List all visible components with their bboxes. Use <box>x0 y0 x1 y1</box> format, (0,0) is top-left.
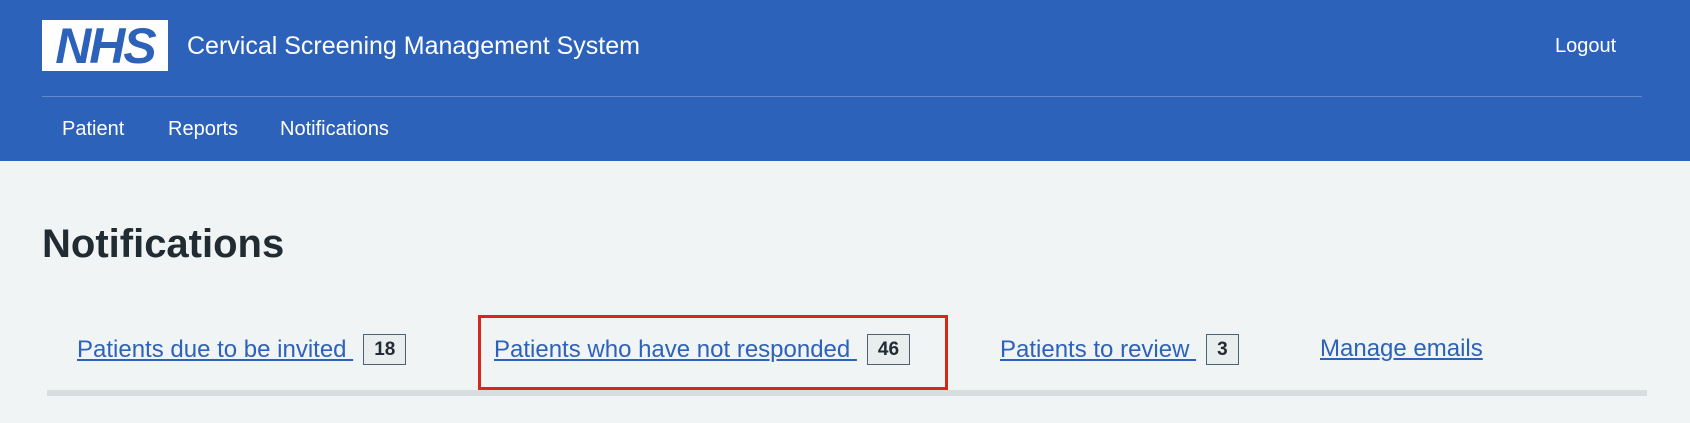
service-name[interactable]: Cervical Screening Management System <box>187 30 640 62</box>
site-header: NHS Cervical Screening Management System… <box>0 0 1690 161</box>
header-divider <box>42 96 1642 97</box>
tab-underline-rule <box>47 390 1647 396</box>
logout-link[interactable]: Logout <box>1555 34 1616 58</box>
tab-link-label[interactable]: Manage emails <box>1320 334 1483 364</box>
nav-item-patient[interactable]: Patient <box>62 117 124 141</box>
tab-patients-not-responded[interactable]: Patients who have not responded 46 <box>494 334 911 365</box>
page-title: Notifications <box>42 222 285 266</box>
nav-item-notifications[interactable]: Notifications <box>280 117 389 141</box>
count-badge: 3 <box>1206 334 1239 365</box>
tab-patients-to-review[interactable]: Patients to review 3 <box>1000 334 1239 365</box>
count-badge: 46 <box>866 334 911 365</box>
tab-patients-due-to-be-invited[interactable]: Patients due to be invited 18 <box>77 334 407 365</box>
nhs-logo-text: NHS <box>55 17 157 74</box>
count-badge: 18 <box>363 334 407 365</box>
nav-item-reports[interactable]: Reports <box>168 117 238 141</box>
tab-manage-emails[interactable]: Manage emails <box>1320 334 1483 364</box>
tab-link-label[interactable]: Patients to review <box>1000 335 1196 365</box>
tab-link-label[interactable]: Patients due to be invited <box>77 335 353 365</box>
nhs-logo[interactable]: NHS <box>42 20 168 71</box>
tab-link-label[interactable]: Patients who have not responded <box>494 335 857 365</box>
